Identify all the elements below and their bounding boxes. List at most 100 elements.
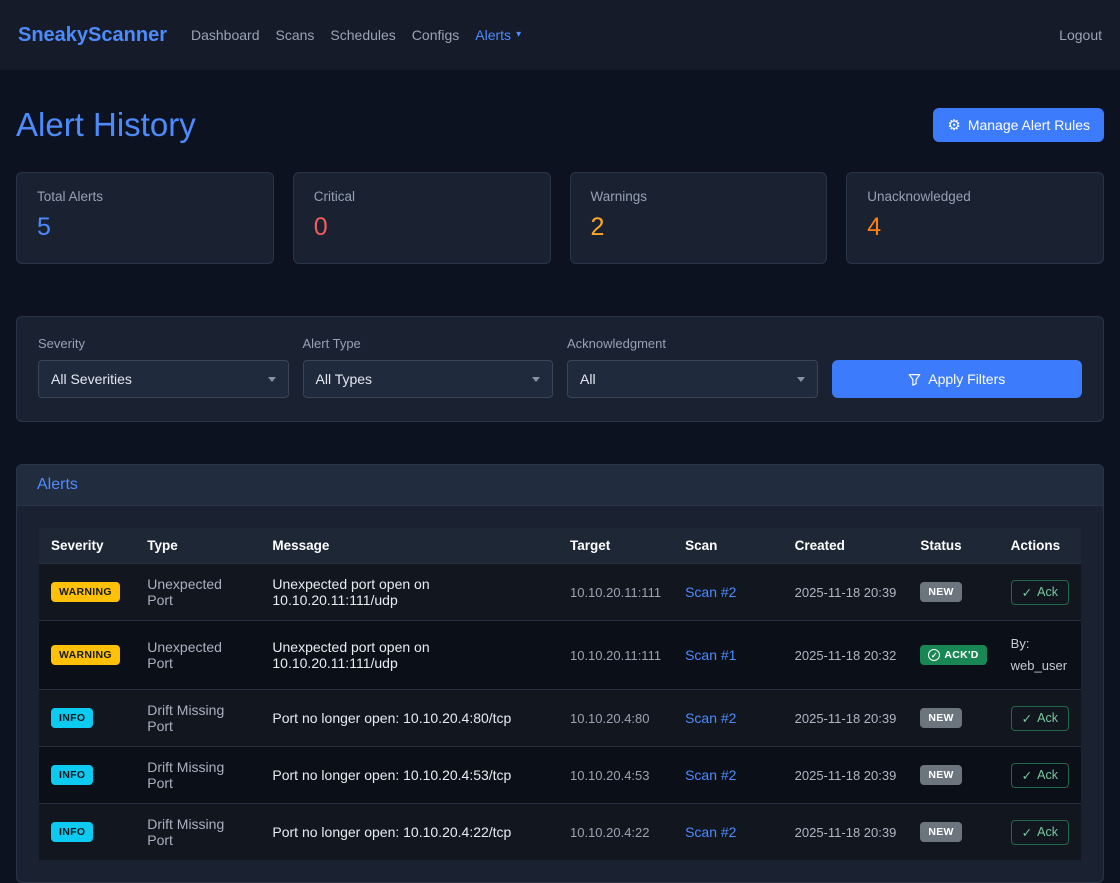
alerts-table: Severity Type Message Target Scan Create… — [39, 528, 1081, 860]
status-cell: NEW — [908, 690, 998, 747]
scan-link[interactable]: Scan #2 — [685, 584, 736, 600]
ack-button[interactable]: ✓ Ack — [1011, 763, 1069, 788]
severity-badge: INFO — [51, 765, 93, 785]
stat-label: Total Alerts — [37, 189, 253, 204]
stat-card-critical: Critical 0 — [293, 172, 551, 264]
scan-link[interactable]: Scan #2 — [685, 767, 736, 783]
filters-card: Severity All Severities Alert Type All T… — [16, 316, 1104, 422]
filter-alert-type: Alert Type All Types — [303, 336, 554, 398]
actions-cell: ✓ Ack — [999, 564, 1081, 621]
severity-label: Severity — [38, 336, 289, 351]
alert-message: Unexpected port open on 10.10.20.11:111/… — [260, 564, 558, 621]
table-row: INFO Drift Missing Port Port no longer o… — [39, 804, 1081, 861]
col-actions: Actions — [999, 528, 1081, 564]
ack-button[interactable]: ✓ Ack — [1011, 580, 1069, 605]
status-cell: NEW — [908, 747, 998, 804]
actions-cell: ✓ Ack — [999, 804, 1081, 861]
page-content: Alert History ⚙ Manage Alert Rules Total… — [0, 106, 1120, 883]
ack-button[interactable]: ✓ Ack — [1011, 706, 1069, 731]
manage-alert-rules-button[interactable]: ⚙ Manage Alert Rules — [933, 108, 1104, 142]
alert-target: 10.10.20.11:111 — [558, 621, 673, 690]
ack-by: By: web_user — [1011, 633, 1069, 677]
col-target: Target — [558, 528, 673, 564]
alert-created: 2025-11-18 20:39 — [783, 690, 909, 747]
actions-cell: By: web_user — [999, 621, 1081, 690]
stat-card-total-alerts: Total Alerts 5 — [16, 172, 274, 264]
status-badge-new: NEW — [920, 582, 961, 602]
status-cell: NEW — [908, 564, 998, 621]
navbar: SneakyScanner Dashboard Scans Schedules … — [0, 0, 1120, 70]
status-badge-new: NEW — [920, 822, 961, 842]
alert-type: Unexpected Port — [135, 564, 260, 621]
table-header-row: Severity Type Message Target Scan Create… — [39, 528, 1081, 564]
alert-message: Port no longer open: 10.10.20.4:53/tcp — [260, 747, 558, 804]
nav-item-dashboard[interactable]: Dashboard — [191, 27, 260, 43]
alert-created: 2025-11-18 20:32 — [783, 621, 909, 690]
col-type: Type — [135, 528, 260, 564]
stat-label: Warnings — [591, 189, 807, 204]
alert-type-select[interactable]: All Types — [303, 360, 554, 398]
title-row: Alert History ⚙ Manage Alert Rules — [16, 106, 1104, 144]
severity-badge: INFO — [51, 708, 93, 728]
alert-target: 10.10.20.4:22 — [558, 804, 673, 861]
severity-badge: WARNING — [51, 582, 120, 602]
acknowledgment-select[interactable]: All — [567, 360, 818, 398]
col-scan: Scan — [673, 528, 783, 564]
alert-message: Port no longer open: 10.10.20.4:22/tcp — [260, 804, 558, 861]
scan-link[interactable]: Scan #1 — [685, 647, 736, 663]
check-icon: ✓ — [1022, 825, 1032, 840]
alert-message: Port no longer open: 10.10.20.4:80/tcp — [260, 690, 558, 747]
logout-link[interactable]: Logout — [1059, 27, 1102, 43]
alert-target: 10.10.20.11:111 — [558, 564, 673, 621]
severity-select[interactable]: All Severities — [38, 360, 289, 398]
status-badge-new: NEW — [920, 765, 961, 785]
check-icon: ✓ — [1022, 711, 1032, 726]
acknowledgment-label: Acknowledgment — [567, 336, 818, 351]
stat-card-warnings: Warnings 2 — [570, 172, 828, 264]
alert-type: Drift Missing Port — [135, 690, 260, 747]
status-cell: ✓ ACK'D — [908, 621, 998, 690]
ack-button[interactable]: ✓ Ack — [1011, 820, 1069, 845]
stat-value: 4 — [867, 213, 1083, 242]
stat-value: 0 — [314, 213, 530, 242]
scan-link[interactable]: Scan #2 — [685, 824, 736, 840]
status-cell: NEW — [908, 804, 998, 861]
alerts-card-header: Alerts — [17, 465, 1103, 506]
nav-item-scans[interactable]: Scans — [275, 27, 314, 43]
funnel-icon — [908, 373, 921, 386]
nav-item-configs[interactable]: Configs — [412, 27, 459, 43]
status-badge-ackd: ✓ ACK'D — [920, 645, 986, 665]
alert-type: Drift Missing Port — [135, 804, 260, 861]
alerts-card-body: Severity Type Message Target Scan Create… — [17, 506, 1103, 882]
stat-card-unacknowledged: Unacknowledged 4 — [846, 172, 1104, 264]
chevron-down-icon — [797, 377, 805, 382]
nav-item-alerts[interactable]: Alerts ▾ — [475, 27, 521, 43]
chevron-down-icon — [268, 377, 276, 382]
alert-type: Drift Missing Port — [135, 747, 260, 804]
stat-label: Critical — [314, 189, 530, 204]
stat-label: Unacknowledged — [867, 189, 1083, 204]
nav-item-schedules[interactable]: Schedules — [330, 27, 395, 43]
severity-badge: WARNING — [51, 645, 120, 665]
brand[interactable]: SneakyScanner — [18, 24, 167, 47]
alert-created: 2025-11-18 20:39 — [783, 747, 909, 804]
gear-icon: ⚙ — [947, 118, 960, 133]
stat-value: 2 — [591, 213, 807, 242]
check-circle-icon: ✓ — [928, 649, 940, 661]
filter-apply-col: Apply Filters — [832, 336, 1083, 398]
alert-message: Unexpected port open on 10.10.20.11:111/… — [260, 621, 558, 690]
chevron-down-icon — [532, 377, 540, 382]
stat-value: 5 — [37, 213, 253, 242]
table-row: INFO Drift Missing Port Port no longer o… — [39, 747, 1081, 804]
alert-target: 10.10.20.4:53 — [558, 747, 673, 804]
apply-filters-button[interactable]: Apply Filters — [832, 360, 1083, 398]
severity-badge: INFO — [51, 822, 93, 842]
scan-link[interactable]: Scan #2 — [685, 710, 736, 726]
check-icon: ✓ — [1022, 585, 1032, 600]
check-icon: ✓ — [1022, 768, 1032, 783]
col-status: Status — [908, 528, 998, 564]
status-badge-new: NEW — [920, 708, 961, 728]
stat-cards: Total Alerts 5 Critical 0 Warnings 2 Una… — [16, 172, 1104, 264]
col-severity: Severity — [39, 528, 135, 564]
col-created: Created — [783, 528, 909, 564]
